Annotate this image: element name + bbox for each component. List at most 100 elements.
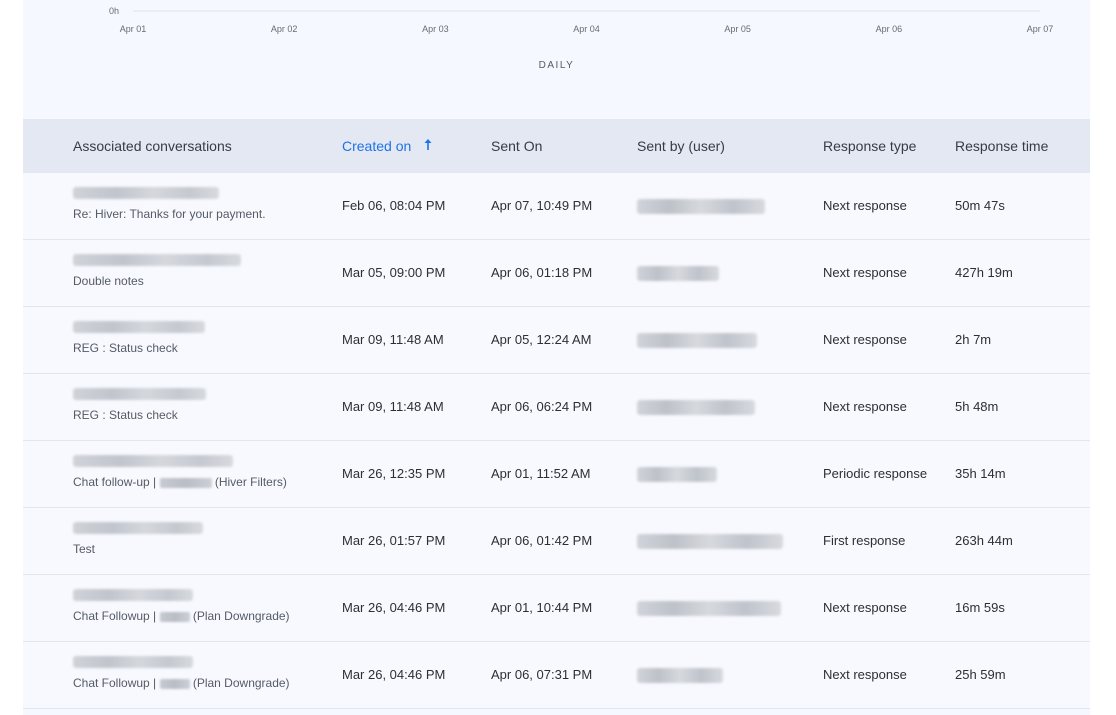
conversation-subject[interactable]: Chat Followup | (Plan Downgrade) <box>73 676 290 690</box>
conversation-cell[interactable]: REG : Status check <box>73 321 205 355</box>
created-on-cell: Mar 26, 01:57 PM <box>342 533 446 548</box>
column-header-response-time[interactable]: Response time <box>955 119 1048 173</box>
redacted-user <box>637 601 781 616</box>
created-on-cell: Mar 26, 12:35 PM <box>342 466 446 481</box>
sent-on-cell: Apr 01, 10:44 PM <box>491 600 593 615</box>
sent-on-cell: Apr 06, 07:31 PM <box>491 667 593 682</box>
sent-on-cell: Apr 06, 06:24 PM <box>491 399 593 414</box>
table-row[interactable]: Double notes Mar 05, 09:00 PM Apr 06, 01:1… <box>23 240 1090 307</box>
redacted-user <box>637 266 719 281</box>
conversation-subject[interactable]: Chat follow-up | (Hiver Filters) <box>73 475 287 489</box>
created-on-cell: Mar 26, 04:46 PM <box>342 600 446 615</box>
x-tick-label: Apr 05 <box>724 24 751 34</box>
report-panel: 0h Apr 01 Apr 02 Apr 03 Apr 04 Apr 05 Apr 06 Ap… <box>23 0 1090 715</box>
x-tick-label: Apr 03 <box>422 24 449 34</box>
column-header-sent-by[interactable]: Sent by (user) <box>637 119 725 173</box>
sent-on-cell: Apr 06, 01:42 PM <box>491 533 593 548</box>
column-header-conversations[interactable]: Associated conversations <box>73 119 232 173</box>
response-time-cell: 25h 59m <box>955 667 1006 682</box>
response-time-chart: 0h Apr 01 Apr 02 Apr 03 Apr 04 Apr 05 Apr 06 Ap… <box>23 0 1090 119</box>
redacted-user <box>637 668 723 683</box>
response-type-cell: Next response <box>823 399 907 414</box>
conversation-subject[interactable]: Re: Hiver: Thanks for your payment. <box>73 207 266 221</box>
subject-text: Test <box>73 542 96 556</box>
subject-text: Re: Hiver: Thanks for your payment. <box>73 207 266 221</box>
x-tick-label: Apr 02 <box>271 24 298 34</box>
redacted-user <box>637 400 755 415</box>
subject-text: Double notes <box>73 274 144 288</box>
response-time-cell: 35h 14m <box>955 466 1006 481</box>
x-tick-label: Apr 07 <box>1027 24 1054 34</box>
redacted-user <box>637 534 783 549</box>
redacted-email <box>73 187 219 199</box>
redacted-email <box>73 388 206 400</box>
redacted-name <box>159 611 190 622</box>
conversation-cell[interactable]: Chat Followup | (Plan Downgrade) <box>73 656 290 690</box>
conversation-subject[interactable]: Chat Followup | (Plan Downgrade) <box>73 609 290 623</box>
response-time-cell: 50m 47s <box>955 198 1005 213</box>
response-time-cell: 5h 48m <box>955 399 999 414</box>
conversation-cell[interactable]: Chat Followup | (Plan Downgrade) <box>73 589 290 623</box>
conversation-subject[interactable]: Test <box>73 542 203 556</box>
column-header-sent-on[interactable]: Sent On <box>491 119 542 173</box>
redacted-user <box>637 467 717 482</box>
x-tick-label: Apr 06 <box>876 24 903 34</box>
response-time-cell: 263h 44m <box>955 533 1013 548</box>
subject-text: Chat follow-up | <box>73 475 160 489</box>
x-tick-label: Apr 04 <box>573 24 600 34</box>
table-header: Associated conversations Created on Sent… <box>23 119 1090 173</box>
redacted-user <box>637 199 765 214</box>
y-axis-zero-label: 0h <box>109 6 119 16</box>
created-on-cell: Mar 09, 11:48 AM <box>342 332 444 347</box>
conversation-subject[interactable]: REG : Status check <box>73 408 206 422</box>
subject-text: REG : Status check <box>73 408 178 422</box>
conversation-cell[interactable]: REG : Status check <box>73 388 206 422</box>
column-header-response-type[interactable]: Response type <box>823 119 916 173</box>
period-label: DAILY <box>538 60 575 71</box>
subject-text-suffix: (Plan Downgrade) <box>189 676 290 690</box>
subject-text: Chat Followup | <box>73 676 160 690</box>
conversation-cell[interactable]: Re: Hiver: Thanks for your payment. <box>73 187 266 221</box>
column-header-created-on-label: Created on <box>342 138 412 154</box>
table-row[interactable]: Test Mar 26, 01:57 PM Apr 06, 01:42 PM Firs… <box>23 508 1090 575</box>
response-type-cell: Next response <box>823 265 907 280</box>
sent-on-cell: Apr 06, 01:18 PM <box>491 265 593 280</box>
response-type-cell: Next response <box>823 600 907 615</box>
table-row[interactable]: REG : Status check Mar 09, 11:48 AM Apr 06… <box>23 374 1090 441</box>
redacted-email <box>73 656 193 668</box>
sort-ascending-icon <box>424 118 432 172</box>
created-on-cell: Mar 26, 04:46 PM <box>342 667 446 682</box>
conversation-cell[interactable]: Chat follow-up | (Hiver Filters) <box>73 455 287 489</box>
response-type-cell: Next response <box>823 332 907 347</box>
response-type-cell: Next response <box>823 198 907 213</box>
table-row[interactable]: REG : Status check Mar 09, 11:48 AM Apr 05… <box>23 307 1090 374</box>
response-type-cell: Periodic response <box>823 466 928 481</box>
redacted-name <box>159 678 190 689</box>
table-body: Re: Hiver: Thanks for your payment. Feb 0… <box>23 173 1090 709</box>
conversation-subject[interactable]: REG : Status check <box>73 341 205 355</box>
table-row[interactable]: Chat follow-up | (Hiver Filters) Mar 26, … <box>23 441 1090 508</box>
response-type-cell: Next response <box>823 667 907 682</box>
subject-text: Chat Followup | <box>73 609 160 623</box>
response-type-cell: First response <box>823 533 906 548</box>
subject-text-suffix: (Plan Downgrade) <box>189 609 290 623</box>
x-tick-label: Apr 01 <box>120 24 147 34</box>
conversation-cell[interactable]: Test <box>73 522 203 556</box>
redacted-email <box>73 522 203 534</box>
table-row[interactable]: Chat Followup | (Plan Downgrade) Mar 26, … <box>23 642 1090 709</box>
response-time-cell: 2h 7m <box>955 332 992 347</box>
chart-axis-svg: 0hApr 01 Apr 02 Apr 03 Apr 04 Apr 05 Apr 06 Ap… <box>109 6 1054 34</box>
redacted-email <box>73 254 241 266</box>
response-time-cell: 16m 59s <box>955 600 1005 615</box>
table-row[interactable]: Chat Followup | (Plan Downgrade) Mar 26, … <box>23 575 1090 642</box>
sent-on-cell: Apr 01, 11:52 AM <box>491 466 591 481</box>
conversation-cell[interactable]: Double notes <box>73 254 241 288</box>
redacted-name <box>159 477 212 488</box>
redacted-email <box>73 321 205 333</box>
subject-text: REG : Status check <box>73 341 178 355</box>
column-header-created-on[interactable]: Created on <box>342 119 432 173</box>
conversation-subject[interactable]: Double notes <box>73 274 241 288</box>
table-row[interactable]: Re: Hiver: Thanks for your payment. Feb 0… <box>23 173 1090 240</box>
created-on-cell: Feb 06, 08:04 PM <box>342 198 446 213</box>
created-on-cell: Mar 05, 09:00 PM <box>342 265 446 280</box>
